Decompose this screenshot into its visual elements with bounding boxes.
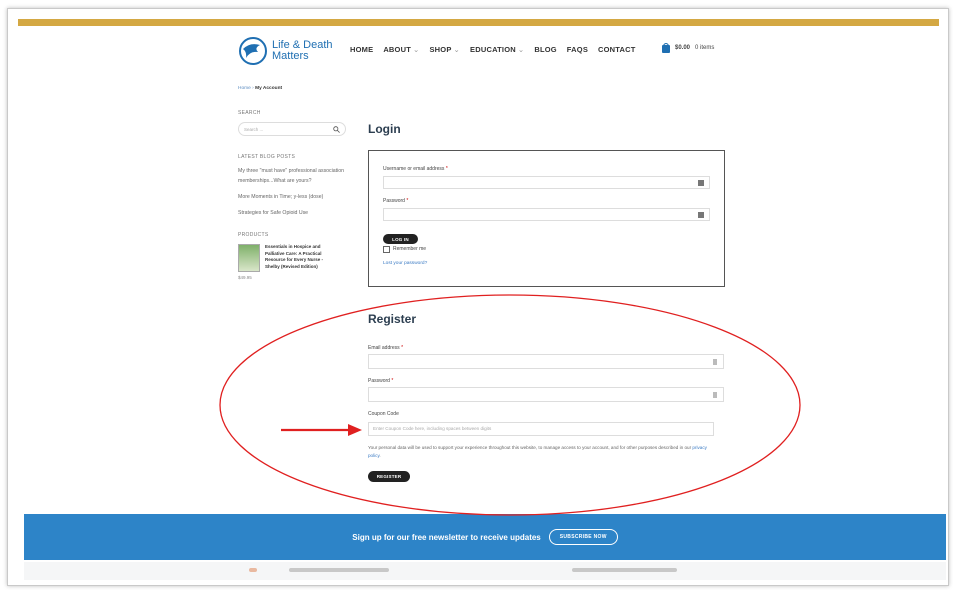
username-label: Username or email address * [383,166,448,172]
nav-education[interactable]: EDUCATION ⌄ [470,45,524,54]
register-password-input[interactable] [368,387,724,402]
key-icon [713,359,717,365]
coupon-label: Coupon Code [368,411,399,417]
footer-logo-icon [249,568,257,572]
email-label-text: Email address [368,345,400,351]
breadcrumb-current: My Account [255,86,283,91]
register-heading: Register [368,312,417,326]
search-placeholder: Search ... [244,126,264,132]
nav-home-label: HOME [350,45,374,54]
password-label-text: Password [383,198,405,204]
product-thumbnail[interactable] [238,244,260,272]
search-icon[interactable] [333,125,340,133]
blog-title: LATEST BLOG POSTS [238,154,296,160]
cart-link[interactable]: $0.00 0 items [662,43,714,53]
register-button[interactable]: REGISTER [368,471,410,482]
register-password-label: Password * [368,378,393,384]
key-icon [713,392,717,398]
privacy-notice-text: Your personal data will be used to suppo… [368,445,692,450]
blog-list: My three "must have" professional associ… [238,166,353,218]
main-nav: HOME ABOUT ⌄ SHOP ⌄ EDUCATION ⌄ BLOG FAQS C… [350,45,636,54]
cart-items: 0 items [695,45,715,51]
breadcrumb-separator: › [252,86,254,91]
email-label: Email address * [368,345,403,351]
register-email-input[interactable] [368,354,724,369]
site-logo[interactable]: Life & Death Matters [238,36,333,66]
nav-contact-label: CONTACT [598,45,636,54]
privacy-notice: Your personal data will be used to suppo… [368,445,707,458]
nav-blog[interactable]: BLOG [534,45,556,54]
login-button[interactable]: LOG IN [383,234,418,244]
nav-shop[interactable]: SHOP ⌄ [429,45,460,54]
remember-me-label: Remember me [393,246,427,252]
nav-blog-label: BLOG [534,45,557,54]
nav-shop-label: SHOP [429,45,452,54]
nav-faqs[interactable]: FAQS [567,45,588,54]
search-title: SEARCH [238,110,261,116]
product-name[interactable]: Essentials in Hospice and Palliative Car… [265,244,335,272]
nav-about[interactable]: ABOUT ⌄ [383,45,419,54]
coupon-code-input[interactable]: Enter Coupon Code here, including spaces… [368,422,714,436]
password-label: Password * [383,198,408,204]
key-icon [698,212,704,218]
chevron-down-icon: ⌄ [517,45,525,54]
subscribe-button[interactable]: SUBSCRIBE NOW [548,529,618,545]
nav-about-label: ABOUT [383,45,411,54]
required-mark: * [401,345,404,351]
nav-home[interactable]: HOME [350,45,373,54]
username-label-text: Username or email address [383,166,445,172]
breadcrumb: Home › My Account [238,86,282,91]
remember-me-checkbox[interactable] [383,246,390,253]
breadcrumb-home[interactable]: Home [238,86,251,91]
username-input[interactable] [383,176,710,189]
blog-post-link[interactable]: Strategies for Safe Opioid Use [238,208,353,218]
product-price: $49.95 [238,275,252,280]
nav-faqs-label: FAQS [566,45,589,54]
required-mark: * [445,166,448,172]
chevron-down-icon: ⌄ [453,45,461,54]
login-heading: Login [368,122,401,136]
login-form: Username or email address * Password * L… [368,150,725,287]
products-title: PRODUCTS [238,232,269,238]
screenshot-frame [7,8,949,586]
shopping-bag-icon [662,43,670,53]
footer-placeholder [572,568,677,572]
blog-post-link[interactable]: My three "must have" professional associ… [238,166,353,186]
footer-strip [24,562,946,580]
nav-contact[interactable]: CONTACT [598,45,636,54]
search-input[interactable]: Search ... [238,122,346,136]
footer-placeholder [289,568,389,572]
register-password-label-text: Password [368,378,390,384]
password-input[interactable] [383,208,710,221]
site-header: Life & Death Matters HOME ABOUT ⌄ SHOP ⌄ E… [238,32,738,74]
nav-education-label: EDUCATION [470,45,516,54]
top-accent-bar [18,19,939,26]
product-item[interactable]: Essentials in Hospice and Palliative Car… [238,244,353,272]
chevron-down-icon: ⌄ [412,45,420,54]
cart-amount: $0.00 [675,45,691,51]
newsletter-text: Sign up for our free newsletter to recei… [352,532,541,542]
dove-logo-icon [239,37,267,65]
required-mark: * [391,378,394,384]
logo-line-2: Matters [272,50,309,62]
lost-password-link[interactable]: Lost your password? [383,261,427,266]
required-mark: * [406,198,409,204]
logo-text: Life & Death Matters [272,40,333,62]
coupon-placeholder: Enter Coupon Code here, including spaces… [373,426,492,431]
blog-post-link[interactable]: More Moments in Time; y-less (dose) [238,192,353,202]
newsletter-banner: Sign up for our free newsletter to recei… [24,514,946,560]
sidebar: SEARCH Search ... LATEST BLOG POSTS My t… [238,110,353,280]
key-icon [698,180,704,186]
